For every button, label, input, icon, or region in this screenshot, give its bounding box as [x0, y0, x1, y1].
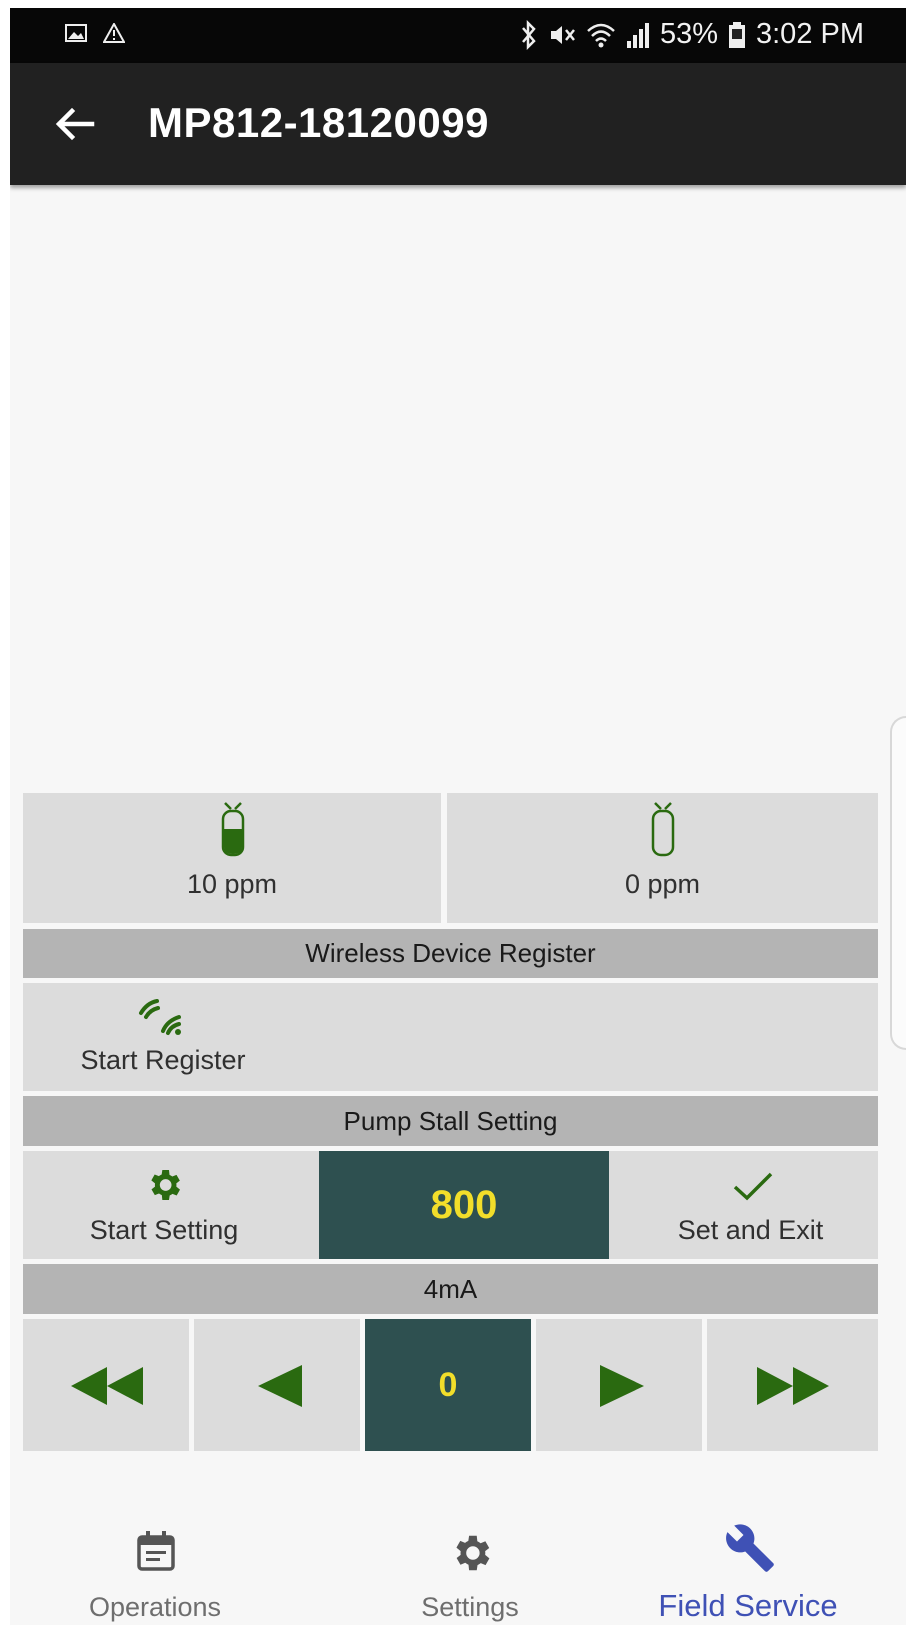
wrench-icon — [726, 1524, 774, 1572]
gas-right-value: 0 ppm — [624, 869, 701, 899]
checkmark-icon — [733, 1172, 773, 1201]
step-left-button[interactable] — [194, 1319, 360, 1451]
back-arrow-icon[interactable] — [52, 101, 98, 147]
clock: 3:02 PM — [756, 18, 864, 50]
four-ma-header: 4mA — [23, 1264, 878, 1314]
nav-settings-label: Settings — [421, 1592, 519, 1622]
nav-field-service[interactable]: Field Service — [638, 1508, 858, 1625]
mute-icon — [550, 25, 575, 44]
gear-icon — [456, 1535, 490, 1571]
gallery-icon — [65, 24, 87, 42]
wireless-signal-icon — [139, 999, 181, 1035]
fast-forward-button[interactable] — [707, 1319, 878, 1451]
gas-cell-left: 10 ppm — [23, 793, 441, 923]
pump-stall-panel: Start Setting 800 Set and Exit — [23, 1151, 878, 1259]
fast-rewind-icon — [71, 1367, 143, 1405]
start-setting-button[interactable]: Start Setting — [23, 1151, 305, 1259]
signal-icon — [626, 22, 649, 48]
device-title: MP812-18120099 — [148, 99, 489, 146]
gas-left-value: 10 ppm — [186, 869, 278, 899]
gear-icon — [151, 1170, 180, 1200]
set-and-exit-button[interactable]: Set and Exit — [623, 1151, 878, 1259]
warning-triangle-icon — [103, 23, 125, 43]
nav-settings[interactable]: Settings — [380, 1508, 560, 1625]
nav-field-service-label: Field Service — [658, 1588, 838, 1623]
set-and-exit-label: Set and Exit — [677, 1215, 824, 1245]
fast-rewind-button[interactable] — [23, 1319, 189, 1451]
battery-percent: 53% — [659, 18, 718, 50]
bottom-navigation: Operations Settings Field Service — [10, 1508, 906, 1625]
start-setting-label: Start Setting — [89, 1215, 239, 1245]
battery-icon — [729, 21, 745, 48]
wifi-icon — [587, 23, 615, 47]
nav-operations-label: Operations — [88, 1592, 222, 1622]
app-screen: 53% 3:02 PM MP812-18120099 10 ppm 0 ppm … — [10, 8, 906, 1625]
bluetooth-icon — [521, 19, 536, 50]
nav-operations[interactable]: Operations — [70, 1508, 240, 1625]
start-register-label: Start Register — [80, 1045, 246, 1075]
wireless-register-header: Wireless Device Register — [23, 929, 878, 978]
step-left-icon — [258, 1365, 302, 1407]
wireless-register-panel: Start Register — [23, 983, 878, 1091]
step-right-button[interactable] — [536, 1319, 702, 1451]
four-ma-value: 0 — [365, 1319, 531, 1451]
calendar-icon — [137, 1531, 175, 1571]
pump-stall-header: Pump Stall Setting — [23, 1096, 878, 1146]
pump-stall-value: 800 — [319, 1151, 609, 1259]
start-register-button[interactable]: Start Register — [63, 983, 263, 1091]
status-bar: 53% 3:02 PM — [10, 8, 906, 63]
step-right-icon — [600, 1365, 644, 1407]
app-bar: MP812-18120099 — [10, 63, 906, 185]
side-panel-handle[interactable] — [890, 716, 906, 1050]
gas-cylinder-empty-icon — [651, 802, 675, 857]
fast-forward-icon — [757, 1367, 829, 1405]
gas-cell-right: 0 ppm — [447, 793, 878, 923]
gas-cylinder-filled-icon — [221, 802, 245, 857]
